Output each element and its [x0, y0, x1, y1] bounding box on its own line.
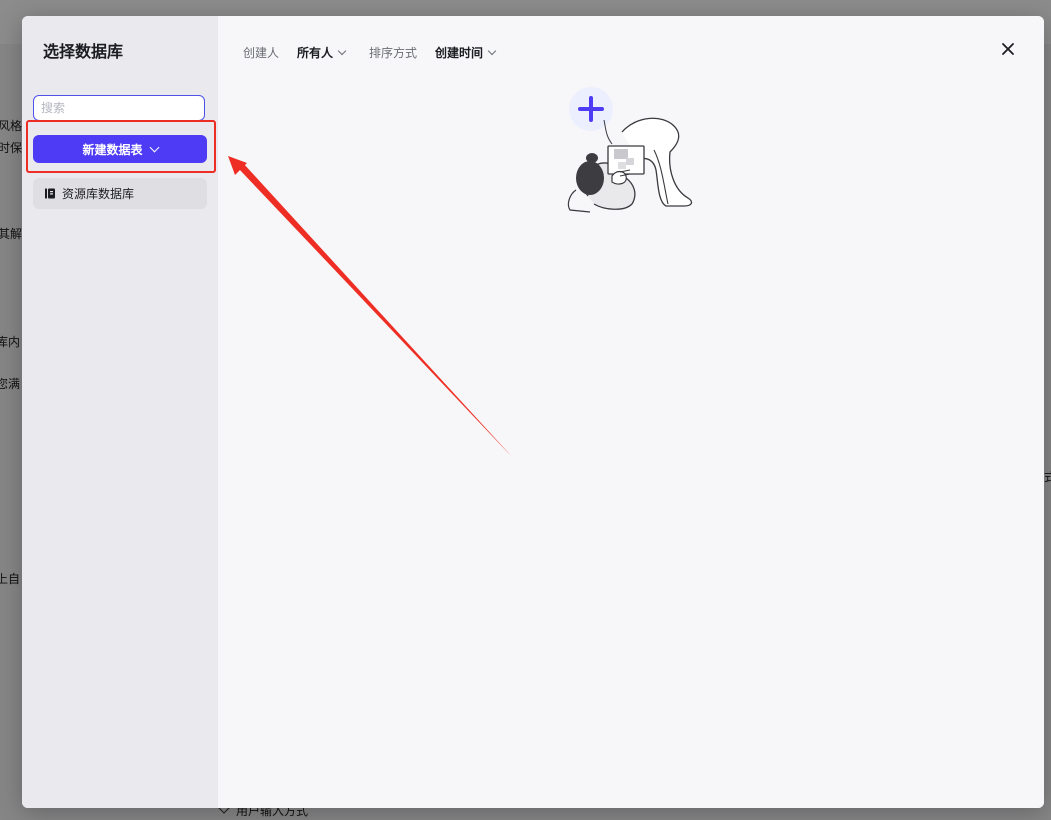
filter-bar: 创建人 所有人 排序方式 创建时间	[243, 44, 497, 61]
creator-filter-value: 所有人	[297, 46, 334, 60]
sidebar-item-resource-database[interactable]: 资源库数据库	[33, 178, 207, 209]
select-database-modal: 选择数据库 新建数据表 资源库数据库 创建人 所有人 排序方式 创	[22, 16, 1044, 808]
creator-filter-dropdown[interactable]: 所有人	[297, 44, 347, 61]
sort-filter-dropdown[interactable]: 创建时间	[435, 44, 497, 61]
empty-state-illustration	[567, 87, 693, 213]
sidebar-item-label: 资源库数据库	[62, 187, 135, 201]
database-icon	[45, 188, 55, 199]
new-table-button-label: 新建数据表	[82, 142, 143, 157]
chevron-down-icon	[487, 46, 497, 55]
modal-title: 选择数据库	[43, 42, 124, 61]
modal-sidebar: 选择数据库 新建数据表 资源库数据库	[22, 16, 218, 808]
sort-filter-value: 创建时间	[435, 46, 484, 60]
chevron-down-icon	[149, 142, 159, 152]
search-input[interactable]	[33, 95, 205, 121]
creator-filter-label: 创建人	[243, 46, 280, 60]
chevron-down-icon	[337, 46, 347, 55]
sort-filter-label: 排序方式	[369, 46, 418, 60]
new-table-button[interactable]: 新建数据表	[33, 135, 207, 163]
close-icon[interactable]	[998, 39, 1018, 59]
modal-main-content: 创建人 所有人 排序方式 创建时间	[218, 16, 1044, 808]
